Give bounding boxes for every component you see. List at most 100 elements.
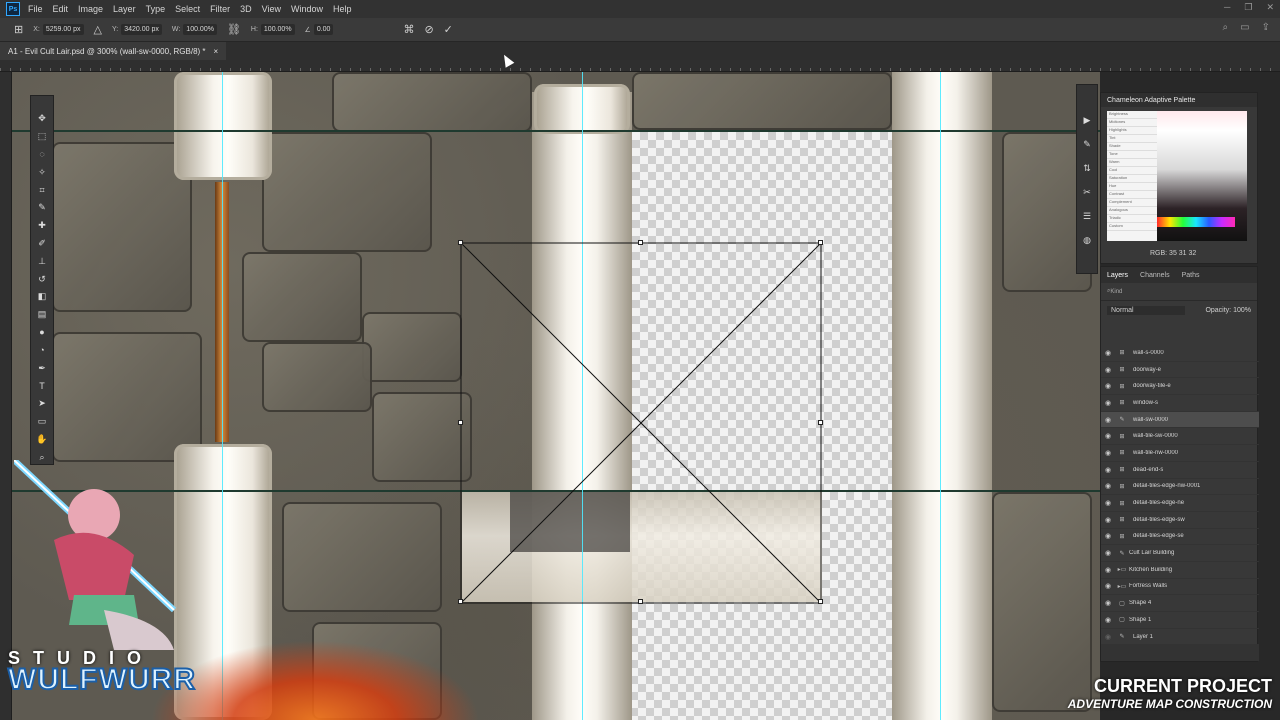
angle-field[interactable]: ∠ 0.00 xyxy=(305,24,334,35)
menu-file[interactable]: File xyxy=(26,4,51,14)
layer-row[interactable]: ◉ ⊞ wall-s-0000 xyxy=(1101,345,1259,362)
palette-row[interactable]: Contrast xyxy=(1107,191,1157,199)
warp-icon[interactable]: ⌘ xyxy=(403,23,414,36)
layer-group-row[interactable]: ◉ ▸▭ Fortress Walls xyxy=(1101,579,1259,596)
palette-icon[interactable]: ◍ xyxy=(1080,233,1094,247)
palette-row[interactable]: Highlights xyxy=(1107,127,1157,135)
layer-row[interactable]: ◉ ⊞ wall-tile-sw-0000 xyxy=(1101,428,1259,446)
h-value[interactable]: 100.00% xyxy=(260,24,295,35)
menu-filter[interactable]: Filter xyxy=(208,4,238,14)
blur-tool-icon[interactable]: ● xyxy=(35,326,49,340)
tools-icon[interactable]: ✂ xyxy=(1080,185,1094,199)
angle-value[interactable]: 0.00 xyxy=(313,24,334,35)
layer-row[interactable]: ◉ ⊞ wall-tile-nw-0000 xyxy=(1101,445,1259,462)
eye-icon[interactable]: ◉ xyxy=(1101,466,1115,474)
crop-tool-icon[interactable]: ⌗ xyxy=(35,183,49,197)
eye-icon[interactable]: ◉ xyxy=(1101,499,1115,507)
layer-group-row[interactable]: ◉ ▸▭ Kitchen Building xyxy=(1101,562,1259,579)
eye-icon[interactable]: ◉ xyxy=(1101,633,1115,641)
pen-tool-icon[interactable]: ✒ xyxy=(35,361,49,375)
layer-row[interactable]: ◉ ⊞ doorway-e xyxy=(1101,362,1259,379)
lasso-tool-icon[interactable]: ◌ xyxy=(35,148,49,162)
brush-tool-icon[interactable]: ✐ xyxy=(35,237,49,251)
marquee-tool-icon[interactable]: ⬚ xyxy=(35,130,49,144)
palette-row[interactable]: Analogous xyxy=(1107,207,1157,215)
palette-row[interactable]: Warm xyxy=(1107,159,1157,167)
layer-row-selected[interactable]: ◉ ✎ wall-sw-0000 xyxy=(1101,411,1259,429)
layer-row[interactable]: ◉ ⊞ detail-tiles-edge-se xyxy=(1101,529,1259,546)
guide-vertical[interactable] xyxy=(940,72,941,720)
workspace-icon[interactable]: ▭ xyxy=(1240,22,1249,33)
play-icon[interactable]: ▶ xyxy=(1080,113,1094,127)
properties-icon[interactable]: ☰ xyxy=(1080,209,1094,223)
eye-icon[interactable]: ◉ xyxy=(1101,382,1115,390)
layer-row[interactable]: ◉ ⊞ doorway-tile-e xyxy=(1101,378,1259,396)
eye-icon[interactable]: ◉ xyxy=(1101,366,1115,374)
eye-icon[interactable]: ◉ xyxy=(1101,399,1115,407)
palette-row[interactable]: Custom xyxy=(1107,223,1157,231)
eye-icon[interactable]: ◉ xyxy=(1101,566,1115,574)
height-field[interactable]: H: 100.00% xyxy=(251,24,295,35)
palette-row[interactable]: Tone xyxy=(1107,151,1157,159)
eye-icon[interactable]: ◉ xyxy=(1101,449,1115,457)
brush-settings-icon[interactable]: ✎ xyxy=(1080,137,1094,151)
commit-transform-icon[interactable]: ✓ xyxy=(444,23,453,36)
guide-vertical[interactable] xyxy=(222,72,223,720)
transform-handle-w[interactable] xyxy=(458,420,463,425)
tab-paths[interactable]: Paths xyxy=(1182,272,1200,279)
eye-icon[interactable]: ◉ xyxy=(1101,416,1115,424)
eye-icon[interactable]: ◉ xyxy=(1101,349,1115,357)
palette-row[interactable]: Saturation xyxy=(1107,175,1157,183)
layer-filter-bar[interactable]: ⌕ Kind xyxy=(1101,283,1257,301)
palette-row[interactable]: Cool xyxy=(1107,167,1157,175)
transform-handle-sw[interactable] xyxy=(458,599,463,604)
menu-help[interactable]: Help xyxy=(331,4,360,14)
horizontal-ruler[interactable] xyxy=(0,60,1280,72)
layer-row[interactable]: ◉ ⊞ detail-tiles-edge-sw xyxy=(1101,512,1259,529)
path-select-icon[interactable]: ➤ xyxy=(35,397,49,411)
eyedropper-tool-icon[interactable]: ✎ xyxy=(35,201,49,215)
palette-row[interactable]: Brightness xyxy=(1107,111,1157,119)
gradient-tool-icon[interactable]: ▤ xyxy=(35,308,49,322)
w-value[interactable]: 100.00% xyxy=(183,24,217,35)
transform-handle-s[interactable] xyxy=(638,599,643,604)
hand-tool-icon[interactable]: ✋ xyxy=(35,432,49,446)
opacity-value[interactable]: 100% xyxy=(1233,307,1251,314)
layer-row[interactable]: ◉ ✎ Layer 1 xyxy=(1101,629,1259,646)
adjust-icon[interactable]: ⇅ xyxy=(1080,161,1094,175)
menu-view[interactable]: View xyxy=(260,4,289,14)
eye-icon[interactable]: ◉ xyxy=(1101,582,1115,590)
menu-window[interactable]: Window xyxy=(289,4,331,14)
menu-type[interactable]: Type xyxy=(144,4,174,14)
type-tool-icon[interactable]: T xyxy=(35,379,49,393)
eraser-tool-icon[interactable]: ◧ xyxy=(35,290,49,304)
eye-icon[interactable]: ◉ xyxy=(1101,482,1115,490)
minimize-icon[interactable]: ─ xyxy=(1224,2,1230,13)
menu-3d[interactable]: 3D xyxy=(238,4,260,14)
document-tab[interactable]: A1 - Evil Cult Lair.psd @ 300% (wall-sw-… xyxy=(0,42,227,60)
eye-icon[interactable]: ◉ xyxy=(1101,549,1115,557)
palette-swatches[interactable]: Brightness Midtones Highlights Tint Shad… xyxy=(1107,111,1247,241)
blend-mode-select[interactable]: Normal xyxy=(1107,305,1185,315)
shape-tool-icon[interactable]: ▭ xyxy=(35,415,49,429)
layer-row[interactable]: ◉ ⊞ detail-tiles-edge-ne xyxy=(1101,495,1259,512)
menu-select[interactable]: Select xyxy=(173,4,208,14)
search-icon[interactable]: ⌕ xyxy=(1223,22,1229,33)
relative-position-icon[interactable]: △ xyxy=(94,23,102,36)
transform-handle-se[interactable] xyxy=(818,599,823,604)
layer-row[interactable]: ◉ ⊞ dead-end-s xyxy=(1101,462,1259,479)
transform-handle-nw[interactable] xyxy=(458,240,463,245)
palette-row[interactable]: Tint xyxy=(1107,135,1157,143)
transform-handle-n[interactable] xyxy=(638,240,643,245)
layer-filter-kind[interactable]: Kind xyxy=(1110,289,1122,295)
tab-channels[interactable]: Channels xyxy=(1140,272,1170,279)
menu-image[interactable]: Image xyxy=(76,4,111,14)
layer-group-row[interactable]: ◉ ▢ Shape 4 xyxy=(1101,595,1259,612)
palette-row[interactable]: Shade xyxy=(1107,143,1157,151)
opacity-field[interactable]: Opacity: 100% xyxy=(1205,307,1251,314)
eye-icon[interactable]: ◉ xyxy=(1101,532,1115,540)
menu-edit[interactable]: Edit xyxy=(51,4,77,14)
maximize-icon[interactable]: ❐ xyxy=(1244,2,1252,13)
tab-layers[interactable]: Layers xyxy=(1107,272,1128,279)
eye-icon[interactable]: ◉ xyxy=(1101,599,1115,607)
